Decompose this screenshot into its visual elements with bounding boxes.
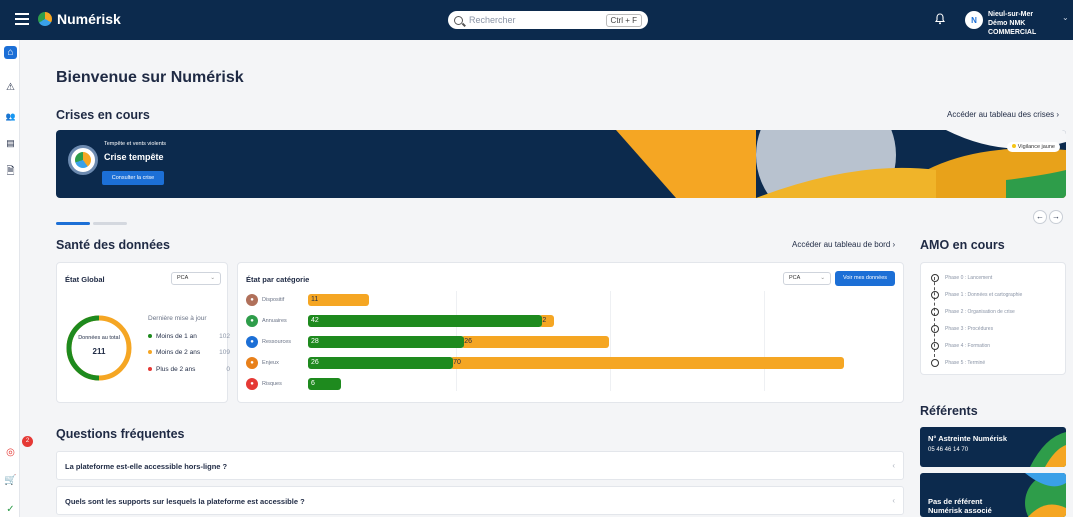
search-placeholder: Rechercher bbox=[469, 15, 516, 25]
legend-item: Plus de 2 ans 0 bbox=[148, 366, 230, 373]
vigilance-badge: Vigilance jaune bbox=[1006, 142, 1060, 152]
bar-segment-recent[interactable]: 26 bbox=[308, 357, 454, 369]
bell-icon[interactable] bbox=[934, 13, 946, 25]
alert-icon[interactable]: ⚠ bbox=[4, 81, 17, 94]
global-status-card: État Global PCA ⌄ Données au total 211 De… bbox=[56, 262, 230, 403]
user-org: Démo NMK COMMERCIAL bbox=[988, 20, 1037, 36]
legend-item: Moins de 1 an 102 bbox=[148, 333, 230, 340]
sidebar: ⌂ ⚠ 👥 ▤ 🗎 ◎ 🛒 ✓ bbox=[0, 40, 20, 517]
chevron-left-icon: ‹ bbox=[892, 496, 895, 505]
page-title: Bienvenue sur Numérisk bbox=[56, 69, 244, 86]
chevron-left-icon: ‹ bbox=[892, 461, 895, 470]
user-location: Nieul-sur-Mer bbox=[988, 11, 1034, 18]
search-input[interactable]: Rechercher Ctrl + F bbox=[448, 11, 648, 29]
donut-label: Données au total bbox=[78, 335, 120, 341]
category-label: Enjeux bbox=[262, 360, 279, 366]
category-label: Annuaires bbox=[262, 318, 287, 324]
faq-title: Questions fréquentes bbox=[56, 427, 185, 441]
cart-icon[interactable]: 🛒 bbox=[4, 474, 17, 487]
global-pca-select[interactable]: PCA ⌄ bbox=[171, 272, 221, 285]
category-label: Dispositif bbox=[262, 297, 285, 303]
bar-segment-recent[interactable]: 6 bbox=[308, 378, 342, 390]
referents-title: Référents bbox=[920, 404, 978, 418]
chevron-down-icon[interactable]: ⌄ bbox=[1062, 13, 1069, 22]
carousel-indicator[interactable] bbox=[56, 212, 130, 230]
bar-segment-older[interactable]: 11 bbox=[308, 294, 370, 306]
category-row: ● Ressources 26 28 bbox=[246, 336, 906, 350]
app-title[interactable]: Numérisk bbox=[57, 11, 121, 27]
faq-item[interactable]: Quels sont les supports sur lesquels la … bbox=[56, 486, 904, 515]
category-status-card: État par catégorie PCA ⌄ Voir mes données… bbox=[237, 262, 904, 403]
faq-item[interactable]: La plateforme est-elle accessible hors-l… bbox=[56, 451, 904, 480]
category-label: Risques bbox=[262, 381, 282, 387]
view-crisis-button[interactable]: Consulter la crise bbox=[102, 171, 164, 185]
category-icon: ● bbox=[246, 357, 258, 369]
crisis-icon bbox=[68, 145, 98, 175]
category-status-title: État par catégorie bbox=[246, 275, 310, 284]
arrow-left-icon[interactable]: ← bbox=[1033, 210, 1047, 224]
amo-card: Phase 0 : Lancement Phase 1 : Données et … bbox=[920, 262, 1066, 375]
home-icon[interactable]: ⌂ bbox=[4, 46, 17, 59]
amo-title: AMO en cours bbox=[920, 238, 1005, 252]
crises-link[interactable]: Accéder au tableau des crises › bbox=[947, 110, 1059, 119]
arrow-right-icon[interactable]: → bbox=[1049, 210, 1063, 224]
dashboard-link[interactable]: Accéder au tableau de bord › bbox=[792, 240, 895, 249]
view-data-button[interactable]: Voir mes données bbox=[835, 271, 895, 286]
category-row: ● Dispositif 11 bbox=[246, 294, 906, 308]
astreinte-phone[interactable]: 05 46 46 14 70 bbox=[928, 447, 968, 453]
bar-segment-older[interactable]: 26 bbox=[461, 336, 610, 348]
astreinte-title: N° Astreinte Numérisk bbox=[928, 434, 1007, 443]
data-health-title: Santé des données bbox=[56, 238, 170, 252]
category-row: ● Annuaires 2 42 bbox=[246, 315, 906, 329]
bar-segment-older[interactable]: 70 bbox=[450, 357, 844, 369]
category-label: Ressources bbox=[262, 339, 292, 345]
check-icon[interactable]: ✓ bbox=[4, 503, 17, 516]
bar-segment-recent[interactable]: 42 bbox=[308, 315, 543, 327]
category-icon: ● bbox=[246, 294, 258, 306]
bar-segment-recent[interactable]: 28 bbox=[308, 336, 465, 348]
carousel-arrows: ← → bbox=[1031, 206, 1063, 224]
crisis-banner: Tempête et vents violents Crise tempête … bbox=[56, 130, 1066, 198]
user-menu[interactable]: Nieul-sur-Mer Démo NMK COMMERCIAL bbox=[988, 10, 1073, 37]
target-icon[interactable]: ◎ bbox=[4, 446, 17, 459]
last-update-label: Dernière mise à jour bbox=[148, 315, 207, 322]
crises-title: Crises en cours bbox=[56, 108, 150, 122]
search-icon bbox=[454, 15, 463, 25]
referent-text: Pas de référent Numérisk associé bbox=[928, 497, 992, 515]
category-icon: ● bbox=[246, 336, 258, 348]
legend-item: Moins de 2 ans 109 bbox=[148, 349, 230, 356]
category-pca-select[interactable]: PCA ⌄ bbox=[783, 272, 831, 285]
search-shortcut: Ctrl + F bbox=[605, 13, 642, 27]
numerisk-logo[interactable] bbox=[38, 12, 52, 26]
crisis-type: Tempête et vents violents bbox=[104, 141, 167, 147]
category-row: ● Risques 6 bbox=[246, 378, 906, 392]
avatar[interactable]: N bbox=[965, 11, 983, 29]
global-status-title: État Global bbox=[65, 275, 105, 284]
donut-total: 211 bbox=[92, 347, 106, 356]
top-bar: Numérisk Rechercher Ctrl + F N Nieul-sur… bbox=[0, 0, 1073, 40]
category-icon: ● bbox=[246, 315, 258, 327]
category-icon: ● bbox=[246, 378, 258, 390]
contacts-icon[interactable]: ▤ bbox=[4, 137, 17, 150]
main-content: Bienvenue sur Numérisk Crises en cours A… bbox=[20, 40, 1073, 517]
users-icon[interactable]: 👥 bbox=[4, 110, 17, 123]
menu-icon[interactable] bbox=[15, 13, 29, 25]
document-icon[interactable]: 🗎 bbox=[4, 165, 17, 178]
astreinte-card: N° Astreinte Numérisk 05 46 46 14 70 bbox=[920, 427, 1066, 467]
category-row: ● Enjeux 70 26 bbox=[246, 357, 906, 371]
crisis-title: Crise tempête bbox=[104, 152, 164, 162]
referent-card: Pas de référent Numérisk associé bbox=[920, 473, 1066, 517]
